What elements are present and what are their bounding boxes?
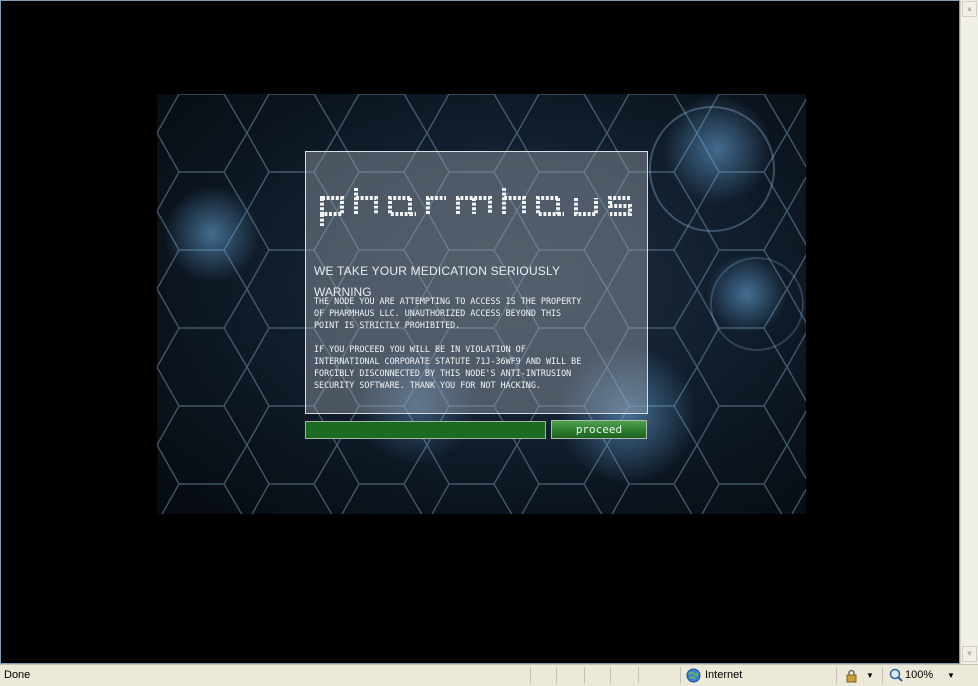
zone-label: Internet	[705, 669, 743, 681]
vertical-scrollbar[interactable]: ▲ ▼	[960, 0, 978, 664]
browser-viewport: WE TAKE YOUR MEDICATION SERIOUSLY WARNIN…	[0, 0, 960, 664]
proceed-button[interactable]: proceed	[551, 420, 647, 439]
status-bar: Done Internet ▼ 100% ▼	[0, 664, 978, 686]
access-code-input[interactable]	[305, 421, 546, 439]
magnifier-icon[interactable]	[889, 668, 903, 682]
scroll-down-arrow-icon[interactable]: ▼	[962, 646, 977, 662]
tagline: WE TAKE YOUR MEDICATION SERIOUSLY	[314, 264, 561, 278]
status-text: Done	[4, 669, 31, 681]
security-dropdown-arrow-icon[interactable]: ▼	[866, 671, 874, 680]
scroll-up-arrow-icon[interactable]: ▲	[962, 1, 977, 17]
warning-body: THE NODE YOU ARE ATTEMPTING TO ACCESS IS…	[314, 296, 582, 390]
globe-icon	[686, 668, 701, 683]
zoom-dropdown-arrow-icon[interactable]: ▼	[947, 671, 955, 680]
pharmhaus-logo	[320, 188, 632, 226]
warning-panel: WE TAKE YOUR MEDICATION SERIOUSLY WARNIN…	[305, 151, 648, 414]
zoom-level[interactable]: 100%	[905, 669, 933, 681]
security-lock-icon[interactable]	[844, 669, 860, 683]
